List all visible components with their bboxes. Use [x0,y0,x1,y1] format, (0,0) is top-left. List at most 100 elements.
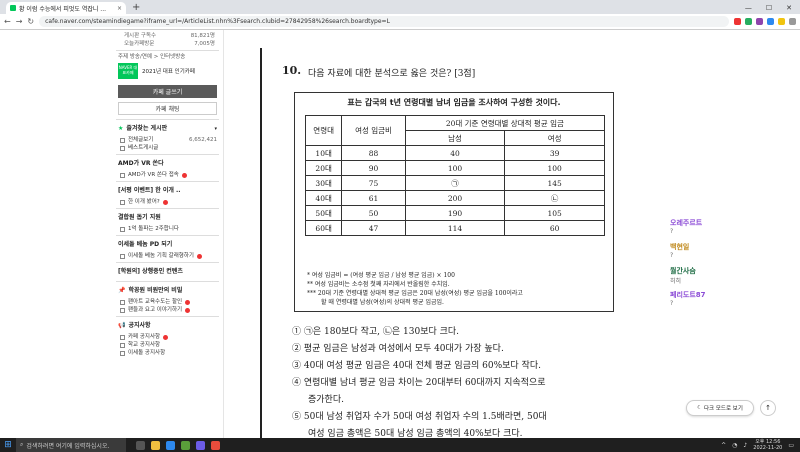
megaphone-icon: 📢 [118,322,126,329]
board-item[interactable]: 전체글보기 6,652,421 [112,136,223,144]
cell: 100 [504,160,605,176]
maximize-button[interactable]: ☐ [766,2,772,14]
back-icon[interactable]: ← [4,17,11,26]
notification-icon[interactable]: ▭ [788,442,794,449]
board-item[interactable]: 팬들과 요고 이야기하기 [112,306,223,314]
network-icon[interactable]: ◔ [732,442,737,449]
section-header[interactable]: AMD가 VR 쏜다 [112,157,223,171]
board-icon [120,137,125,143]
extension-icon[interactable] [778,18,785,25]
windows-start-icon[interactable]: ⊞ [0,438,16,452]
board-icon [120,299,125,305]
comment-author[interactable]: 오레주르트 [670,218,702,228]
chrome-icon[interactable] [211,440,220,450]
task-view-icon[interactable] [136,440,145,450]
option-5: ⑤ 50대 남성 취업자 수가 50대 여성 취업자 수의 1.5배라면, 50… [292,412,547,422]
breadcrumb[interactable]: 주제 방송/연예 > 인터넷방송 [112,53,223,61]
edge-icon[interactable] [166,440,175,450]
comment-author[interactable]: 월간사슴 [670,266,696,276]
wage-table: 연령대 여성 임금비 20대 기준 연령대별 상대적 평균 임금 남성 여성 1… [304,115,606,236]
section-header[interactable]: 결합원 돕기 지원 [112,211,223,225]
board-label: 전체글보기 [128,137,154,143]
forward-icon[interactable]: → [16,17,23,26]
comment-author[interactable]: 백현일 [670,242,689,252]
question-number: 10. [282,64,302,77]
url-input[interactable]: cafe.naver.com/steamindiegame?iframe_url… [39,16,729,27]
close-window-button[interactable]: ✕ [786,2,792,14]
cell: 60대 [304,220,343,236]
section-header[interactable]: [서평 이벤트] 한 이개 .. [112,184,223,198]
option-4: ④ 연령대별 남녀 평균 임금 차이는 20대부터 60대까지 지속적으로 [292,378,546,388]
favorites-header[interactable]: ★ 즐겨찾는 게시판 ▾ [112,122,223,136]
cell: 88 [341,145,406,161]
new-badge [185,307,191,313]
board-item[interactable]: 한 이개 봤어? [112,198,223,206]
chat-button[interactable]: 카페 채팅 [118,102,217,115]
board-item[interactable]: 학교 공지사항 [112,341,223,349]
extension-icon[interactable] [745,18,752,25]
divider [116,316,219,317]
divider [116,50,219,51]
divider [116,208,219,209]
app-icon[interactable] [196,440,205,450]
board-item[interactable]: 베스트게시글 [112,144,223,152]
profile-avatar[interactable] [789,18,796,25]
section-header[interactable]: 이세돌 베놈 PD 되기 [112,238,223,252]
comment-author[interactable]: 페리도트87 [670,290,706,300]
cell: 100 [404,160,506,176]
minimize-button[interactable]: — [745,2,752,14]
board-label: 팬들과 요고 이야기하기 [128,307,183,313]
cell: ㉡ [504,190,605,206]
scroll-top-button[interactable]: ↑ [760,400,776,416]
board-item[interactable]: 이세돌 베놈 기획 갈래형하기 [112,252,223,260]
pin-icon: 📌 [118,287,126,294]
minecraft-icon[interactable] [181,440,190,450]
extension-icon[interactable] [756,18,763,25]
section-header[interactable]: [학원의] 상행중인 컨텐츠 [112,265,223,279]
clock[interactable]: 오후 12:56 2022-11-20 [753,439,782,451]
reload-icon[interactable]: ↻ [27,17,34,26]
volume-icon[interactable]: ♪ [743,442,747,449]
extension-icon[interactable] [734,18,741,25]
board-item[interactable]: 1억 돌파는 2주합니다 [112,225,223,233]
tab-close-icon[interactable]: × [117,5,122,12]
board-item[interactable]: 팬아트 교육수도는 할인 [112,298,223,306]
table-row: 40대 61 200 ㉡ [304,190,605,206]
board-item[interactable]: 이세돌 공지사항 [112,349,223,357]
stat-label: 오늘카페방문 [124,41,155,47]
extension-icon[interactable] [767,18,774,25]
stat-row: 게시판 구독수 81,821명 [112,32,223,40]
star-icon: ★ [118,125,124,132]
cell: 105 [504,205,605,221]
table-row: 30대 75 ㉠ 145 [304,175,605,191]
divider [116,281,219,282]
col-header: 여성 [504,130,605,146]
board-icon [120,172,125,178]
tab-active[interactable]: 황 이럼 수능에서 피멋도 역잡니 ... × [6,2,126,14]
tab-title: 황 이럼 수능에서 피멋도 역잡니 ... [19,5,107,13]
board-label: 이세돌 공지사항 [128,350,166,356]
cell: 50대 [304,205,343,221]
board-item[interactable]: AMD가 VR 쏜다 접속 [112,171,223,179]
board-item[interactable]: 카페 공지사항 [112,333,223,341]
new-tab-button[interactable]: + [132,2,140,14]
option-1: ① ㉠은 180보다 작고, ㉡은 130보다 크다. [292,327,460,337]
board-icon [120,145,125,151]
divider [116,181,219,182]
board-icon [120,199,125,205]
section-header[interactable]: 📢 공지사항 [112,319,223,333]
address-bar-row: ← → ↻ cafe.naver.com/steamindiegame?ifra… [0,14,800,30]
question-prompt: 다음 자료에 대한 분석으로 옳은 것은? [3점] [308,69,476,79]
cell: 114 [404,220,506,236]
write-button[interactable]: 카페 글쓰기 [118,85,217,98]
board-label: 팬아트 교육수도는 할인 [128,299,183,305]
chevron-up-icon[interactable]: ^ [721,442,726,449]
darkmode-button[interactable]: ☾ 다크 모드로 보기 [686,400,754,416]
cell: 61 [341,190,406,206]
section-header[interactable]: 📌 학꽁원 비원만의 비밀 [112,284,223,298]
board-label: AMD가 VR 쏜다 접속 [128,172,179,178]
taskbar-search[interactable]: ⌕ 검색하려면 여기에 입력하십시오. [16,438,126,452]
cell: 60 [504,220,605,236]
new-badge [163,334,169,340]
file-explorer-icon[interactable] [151,440,160,450]
